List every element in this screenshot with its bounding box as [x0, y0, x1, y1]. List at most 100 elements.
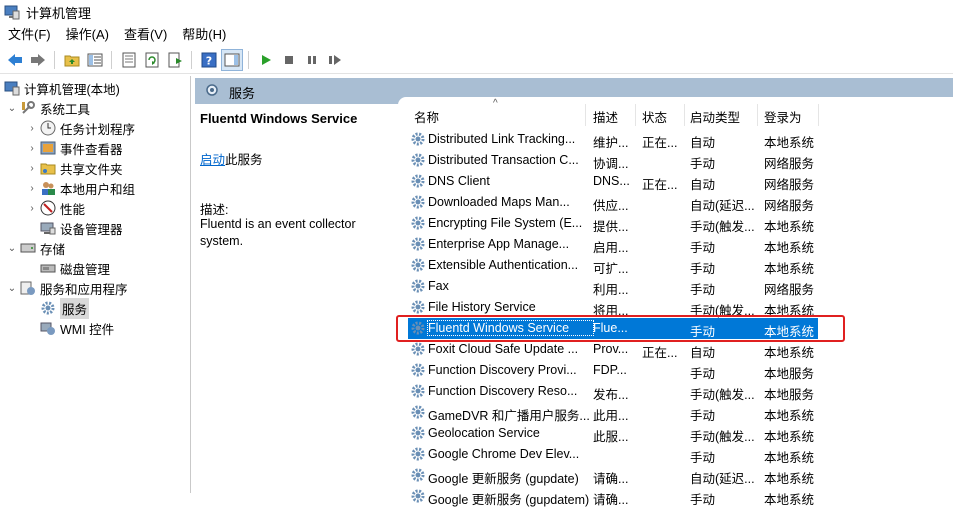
service-name-cell: DNS Client	[428, 174, 490, 188]
chevron-down-icon[interactable]: ⌄	[6, 103, 18, 114]
tree-item-storage[interactable]: ⌄ 存储	[6, 238, 65, 258]
tree-item-task-scheduler[interactable]: › 任务计划程序	[26, 118, 135, 138]
tree-label: 共享文件夹	[60, 162, 123, 177]
search-icon	[205, 83, 221, 102]
show-hide-tree-icon[interactable]	[84, 49, 106, 71]
up-folder-icon[interactable]	[61, 49, 83, 71]
start-service-icon[interactable]	[255, 49, 277, 71]
tree-item-services[interactable]: 服务	[26, 297, 90, 319]
description-text: Fluentd is an event collector system.	[200, 217, 356, 248]
tree-label: WMI 控件	[60, 322, 115, 337]
service-name-cell: Function Discovery Provi...	[428, 363, 577, 377]
tree-item-local-users[interactable]: › 本地用户和组	[26, 178, 135, 198]
table-row[interactable]: Google 更新服务 (gupdate) 请确... 自动(延迟... 本地系统	[408, 465, 818, 486]
chevron-down-icon[interactable]: ⌄	[6, 283, 18, 294]
table-row[interactable]: Fluentd Windows Service Flue... 手动 本地系统	[408, 318, 818, 339]
column-header-status[interactable]: 状态	[642, 107, 667, 127]
table-row[interactable]: Distributed Link Tracking... 维护... 正在... 自动…	[408, 129, 818, 150]
tree-item-services-apps[interactable]: ⌄ 服务和应用程序	[6, 278, 128, 298]
table-row[interactable]: Distributed Transaction C... 协调... 手动 网络服务	[408, 150, 818, 171]
table-row[interactable]: Extensible Authentication... 可扩... 手动 本地系统	[408, 255, 818, 276]
chevron-right-icon[interactable]: ›	[26, 163, 38, 174]
table-row[interactable]: GameDVR 和广播用户服务... 此用... 手动 本地系统	[408, 402, 818, 423]
menu-file[interactable]: 文件(F)	[0, 24, 58, 46]
gear-icon	[410, 131, 426, 147]
service-startup-cell: 自动	[690, 178, 716, 192]
toolbar-separator	[111, 50, 112, 69]
service-logon-cell: 本地系统	[764, 220, 815, 234]
tree-item-wmi[interactable]: WMI 控件	[26, 318, 114, 338]
start-service-link[interactable]: 启动	[200, 153, 225, 167]
tree-item-device-manager[interactable]: 设备管理器	[26, 218, 123, 238]
chevron-right-icon[interactable]: ›	[26, 183, 38, 194]
wmi-icon	[40, 320, 56, 336]
start-service-line: 启动此服务	[200, 149, 263, 168]
table-row[interactable]: DNS Client DNS... 正在... 自动 网络服务	[408, 171, 818, 192]
column-header-logon-as[interactable]: 登录为	[764, 107, 802, 127]
column-header-description[interactable]: 描述	[593, 107, 618, 127]
service-startup-cell: 手动	[690, 262, 716, 276]
tree-item-shared-folders[interactable]: › 共享文件夹	[26, 158, 123, 178]
service-startup-cell: 手动	[690, 409, 716, 423]
column-header-startup-type[interactable]: 启动类型	[690, 107, 740, 127]
service-logon-cell: 网络服务	[764, 199, 815, 213]
tree-item-disk-management[interactable]: 磁盘管理	[26, 258, 110, 278]
gear-icon	[410, 236, 426, 252]
table-row[interactable]: Google Chrome Dev Elev... 手动 本地系统	[408, 444, 818, 465]
service-logon-cell: 网络服务	[764, 283, 815, 297]
back-arrow-icon[interactable]	[4, 49, 26, 71]
tree-item-performance[interactable]: › 性能	[26, 198, 85, 218]
chevron-right-icon[interactable]: ›	[26, 123, 38, 134]
service-description-cell: 发布...	[593, 388, 629, 402]
refresh-icon[interactable]	[141, 49, 163, 71]
event-viewer-icon	[40, 140, 56, 156]
table-row[interactable]: Encrypting File System (E... 提供... 手动(触发..…	[408, 213, 818, 234]
forward-arrow-icon[interactable]	[27, 49, 49, 71]
chevron-right-icon[interactable]: ›	[26, 203, 38, 214]
stop-service-icon[interactable]	[278, 49, 300, 71]
services-header-label: 服务	[229, 86, 256, 101]
tree-item-root[interactable]: 计算机管理(本地)	[2, 78, 120, 98]
service-startup-cell: 手动(触发...	[690, 304, 755, 318]
service-name-cell: File History Service	[428, 300, 536, 314]
menu-action[interactable]: 操作(A)	[58, 24, 116, 46]
tree-item-event-viewer[interactable]: › 事件查看器	[26, 138, 123, 158]
tree-item-system-tools[interactable]: ⌄ 系统工具	[6, 98, 90, 118]
service-name-cell: Geolocation Service	[428, 426, 540, 440]
tree-label: 本地用户和组	[60, 182, 136, 197]
service-description-cell: 请确...	[593, 493, 629, 507]
table-row[interactable]: Fax 利用... 手动 网络服务	[408, 276, 818, 297]
table-row[interactable]: Function Discovery Reso... 发布... 手动(触发... 本…	[408, 381, 818, 402]
table-row[interactable]: Geolocation Service 此服... 手动(触发... 本地系统	[408, 423, 818, 444]
help-icon[interactable]: ?	[198, 49, 220, 71]
table-row[interactable]: Foxit Cloud Safe Update ... Prov... 正在... 自…	[408, 339, 818, 360]
pause-service-icon[interactable]	[301, 49, 323, 71]
menu-help[interactable]: 帮助(H)	[174, 24, 233, 46]
service-startup-cell: 手动	[690, 157, 716, 171]
table-row[interactable]: Google 更新服务 (gupdatem) 请确... 手动 本地系统	[408, 486, 818, 507]
table-row[interactable]: Enterprise App Manage... 启用... 手动 本地系统	[408, 234, 818, 255]
tree-label: 磁盘管理	[60, 262, 111, 277]
menu-view[interactable]: 查看(V)	[116, 24, 174, 46]
export-list-icon[interactable]	[164, 49, 186, 71]
service-name-cell: Google Chrome Dev Elev...	[428, 447, 580, 461]
service-startup-cell: 自动(延迟...	[690, 472, 755, 486]
column-header-name[interactable]: 名称	[414, 107, 439, 127]
service-description-cell: Flue...	[593, 321, 628, 335]
service-logon-cell: 本地系统	[764, 262, 815, 276]
properties-icon[interactable]	[118, 49, 140, 71]
service-logon-cell: 本地服务	[764, 367, 815, 381]
table-row[interactable]: File History Service 将用... 手动(触发... 本地系统	[408, 297, 818, 318]
table-row[interactable]: Function Discovery Provi... FDP... 手动 本地服务	[408, 360, 818, 381]
restart-service-icon[interactable]	[324, 49, 346, 71]
gear-icon	[40, 300, 56, 316]
toolbar-separator	[54, 50, 55, 69]
chevron-right-icon[interactable]: ›	[26, 143, 38, 154]
users-icon	[40, 180, 56, 196]
service-details-pane: Fluentd Windows Service 启动此服务 描述: Fluent…	[195, 104, 398, 493]
tools-icon	[20, 100, 36, 116]
chevron-down-icon[interactable]: ⌄	[6, 243, 18, 254]
table-row[interactable]: Downloaded Maps Man... 供应... 自动(延迟... 网络服务	[408, 192, 818, 213]
action-pane-icon[interactable]	[221, 48, 243, 71]
clock-icon	[40, 120, 56, 136]
